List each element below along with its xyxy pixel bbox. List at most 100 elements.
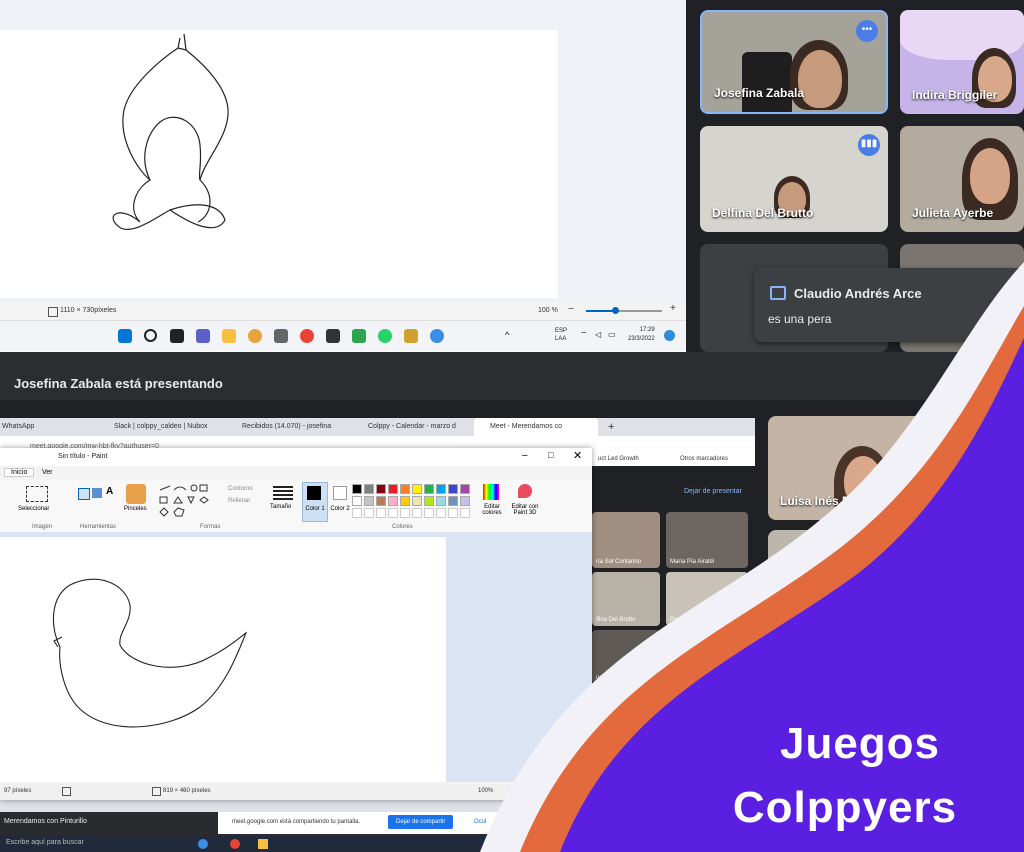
close-icon[interactable]: ✕ — [573, 449, 582, 462]
participant-tile[interactable]: ▮▮▮ Delfina Del Brutto — [700, 126, 888, 232]
clock[interactable]: 17:29 23/3/2022 — [628, 326, 655, 344]
zoom-out-icon[interactable]: − — [568, 304, 574, 315]
tab-inicio[interactable]: Inicio — [4, 468, 35, 477]
other-bookmarks[interactable]: Otros marcadores — [680, 456, 728, 462]
palette-swatch[interactable] — [352, 496, 362, 506]
outline-dropdown[interactable]: Contorno — [228, 486, 253, 492]
participant-tile[interactable]: Indira Briggiler — [900, 10, 1024, 114]
palette-swatch-empty[interactable] — [364, 508, 374, 518]
paint-canvas-top[interactable] — [0, 30, 558, 298]
palette-swatch[interactable] — [436, 484, 446, 494]
browser-tab-active[interactable]: Meet - Merendamos co — [474, 418, 598, 436]
palette-swatch-empty[interactable] — [388, 508, 398, 518]
chrome-icon[interactable] — [230, 839, 240, 849]
mini-tile[interactable]: udio Andrés — [592, 630, 660, 684]
fill-dropdown[interactable]: Rellenar — [228, 498, 250, 504]
palette-swatch[interactable] — [436, 496, 446, 506]
edit-colors-icon[interactable] — [483, 484, 499, 500]
color2-swatch[interactable] — [333, 486, 347, 500]
palette-swatch[interactable] — [400, 496, 410, 506]
participant-tile[interactable]: Luisa Inés Facchini — [768, 416, 953, 520]
chevron-up-icon[interactable]: ^ — [505, 330, 509, 340]
maximize-icon[interactable]: □ — [548, 450, 553, 460]
teams-icon[interactable] — [196, 329, 210, 343]
more-options-icon[interactable]: ••• — [856, 20, 878, 42]
palette-swatch-empty[interactable] — [424, 508, 434, 518]
brushes-icon[interactable] — [126, 484, 146, 504]
palette-swatch-empty[interactable] — [448, 508, 458, 518]
palette-swatch-empty[interactable] — [400, 508, 410, 518]
mini-tile[interactable]: lfina Del Brutto — [592, 572, 660, 626]
palette-swatch[interactable] — [364, 496, 374, 506]
palette-swatch[interactable] — [376, 484, 386, 494]
chat-notification[interactable]: Claudio Andrés Arce es una pera — [754, 268, 1024, 342]
fill-icon[interactable] — [92, 488, 102, 498]
palette-swatch[interactable] — [448, 496, 458, 506]
app-icon-4[interactable] — [430, 329, 444, 343]
participant-tile[interactable]: ••• Josefina Zabala — [700, 10, 888, 114]
notification-badge[interactable] — [664, 330, 675, 341]
tab-ver[interactable]: Ver — [42, 469, 53, 476]
audio-active-icon[interactable]: ▮▮▮ — [858, 134, 880, 156]
color-palette[interactable] — [352, 484, 482, 524]
mini-tile[interactable]: María Pía Airaldi — [666, 512, 748, 568]
app-icon-3[interactable] — [352, 329, 366, 343]
palette-swatch[interactable] — [460, 484, 470, 494]
taskbar-search[interactable]: Escribe aquí para buscar — [6, 839, 84, 846]
palette-swatch[interactable] — [424, 496, 434, 506]
palette-swatch-empty[interactable] — [412, 508, 422, 518]
file-explorer-icon[interactable] — [258, 839, 268, 849]
palette-swatch[interactable] — [388, 496, 398, 506]
palette-swatch[interactable] — [376, 496, 386, 506]
palette-swatch[interactable] — [388, 484, 398, 494]
zoom-slider-thumb[interactable] — [612, 307, 619, 314]
paint-canvas[interactable] — [0, 537, 446, 782]
bookmark-item[interactable]: uct Led Growth — [598, 456, 639, 462]
palette-swatch[interactable] — [400, 484, 410, 494]
palette-swatch[interactable] — [412, 496, 422, 506]
paint-icon[interactable] — [404, 329, 418, 343]
palette-swatch[interactable] — [424, 484, 434, 494]
mini-tile[interactable]: ría Sol Contarino — [592, 512, 660, 568]
stop-presenting-button[interactable]: Dejar de presentar — [684, 488, 742, 495]
browser-tab[interactable]: Slack | colppy_caldeo | Nubox — [98, 418, 232, 436]
zoom-in-icon[interactable]: + — [670, 303, 676, 314]
palette-swatch[interactable] — [364, 484, 374, 494]
stop-sharing-button[interactable]: Dejar de compartir — [388, 815, 454, 829]
wifi-icon[interactable]: ⌔ — [580, 330, 588, 340]
palette-swatch-empty[interactable] — [436, 508, 446, 518]
windows-start-icon[interactable] — [118, 329, 132, 343]
app-icon[interactable] — [248, 329, 262, 343]
mini-tile[interactable]: Paula De Lisio — [666, 572, 748, 626]
minimize-icon[interactable]: – — [522, 450, 528, 461]
paint3d-icon[interactable] — [518, 484, 532, 498]
battery-icon[interactable]: ▭ — [608, 330, 616, 339]
browser-tab[interactable]: WhatsApp — [0, 418, 88, 436]
edge-icon[interactable] — [198, 839, 208, 849]
participant-tile[interactable]: Julieta Ayerbe — [900, 126, 1024, 232]
new-tab-icon[interactable]: + — [608, 421, 614, 433]
chrome-icon[interactable] — [300, 329, 314, 343]
browser-tab[interactable]: Colppy - Calendar - marzo d — [352, 418, 480, 436]
palette-swatch-empty[interactable] — [352, 508, 362, 518]
participant-tile[interactable] — [963, 416, 1024, 520]
palette-swatch-empty[interactable] — [460, 508, 470, 518]
hide-button[interactable]: Ocul — [474, 819, 486, 825]
whatsapp-icon[interactable] — [378, 329, 392, 343]
volume-icon[interactable]: ◁ — [595, 330, 601, 339]
calculator-icon[interactable] — [274, 329, 288, 343]
palette-swatch[interactable] — [460, 496, 470, 506]
palette-swatch-empty[interactable] — [376, 508, 386, 518]
language-indicator[interactable]: ESP LAA — [555, 327, 567, 343]
palette-swatch[interactable] — [352, 484, 362, 494]
pencil-icon[interactable] — [78, 488, 90, 500]
shapes-gallery[interactable] — [158, 484, 214, 518]
text-tool-icon[interactable]: A — [106, 486, 113, 497]
app-icon-2[interactable] — [326, 329, 340, 343]
browser-tab[interactable]: Recibidos (14.070) - josefina — [226, 418, 358, 436]
size-icon[interactable] — [273, 486, 293, 500]
select-tool-icon[interactable] — [26, 486, 48, 502]
participant-tile[interactable]: Delfi — [768, 530, 953, 634]
palette-swatch[interactable] — [412, 484, 422, 494]
file-explorer-icon[interactable] — [222, 329, 236, 343]
